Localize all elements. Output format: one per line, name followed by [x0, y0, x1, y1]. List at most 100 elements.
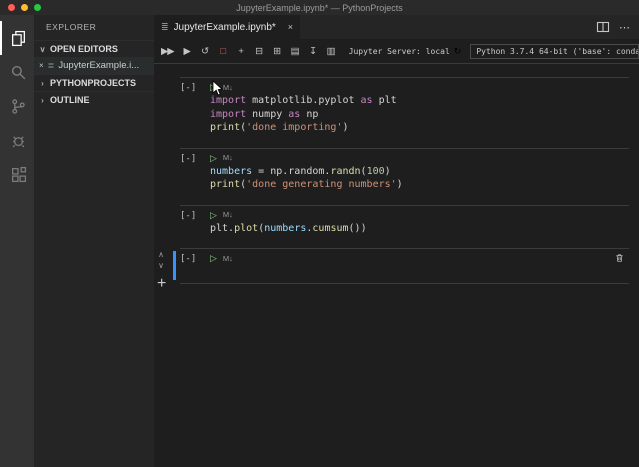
cell-collapse-toggle[interactable]: [-] — [180, 151, 210, 192]
debug-icon — [10, 132, 27, 149]
notebook-cell[interactable]: ∧∨[-]▷M↓ — [180, 248, 629, 284]
move-cell-down-icon[interactable]: ∨ — [156, 261, 166, 271]
section-outline[interactable]: › OUTLINE — [34, 91, 154, 108]
notebook-cell[interactable]: [-]▷ M↓ numbers = np.random.randn(100)prin… — [180, 148, 629, 198]
close-icon[interactable]: × — [39, 61, 44, 70]
zoom-window-button[interactable] — [34, 4, 41, 11]
run-cell-icon[interactable]: ▷ — [210, 254, 217, 263]
collapse-all-icon[interactable]: ⊟ — [254, 46, 264, 57]
cell-collapse-toggle[interactable]: [-] — [180, 80, 210, 135]
section-pythonprojects[interactable]: › PYTHONPROJECTS — [34, 74, 154, 91]
code-token: ) — [342, 122, 348, 133]
markdown-toggle-button[interactable]: M↓ — [223, 255, 233, 263]
code-token: matplotlib.pyplot — [246, 95, 360, 106]
delete-cell-icon[interactable] — [614, 252, 625, 264]
code-token: print — [210, 179, 240, 190]
code-token: 100 — [367, 166, 385, 177]
traffic-lights — [8, 4, 41, 11]
cell-body: ▷M↓import matplotlib.pyplot as pltimport… — [210, 80, 629, 135]
code-token: np — [300, 109, 318, 120]
chevron-right-icon: › — [38, 79, 47, 88]
code-token: ) — [385, 166, 391, 177]
activity-debug[interactable] — [0, 123, 34, 157]
cell-toolbar: ▷ M↓ — [210, 208, 629, 222]
notebook-cell[interactable]: [-]▷ M↓ plt.plot(numbers.cumsum()) — [180, 205, 629, 242]
code-token: numbers — [210, 166, 252, 177]
notebook-cell[interactable]: [-]▷M↓import matplotlib.pyplot as pltimp… — [180, 77, 629, 141]
vscode-window: JupyterExample.ipynb* — PythonProjects — [0, 0, 639, 467]
run-cell-icon[interactable]: ▷ — [210, 211, 217, 220]
cell-toolbar: ▷ M↓ — [210, 251, 629, 265]
code-token: numpy — [246, 109, 288, 120]
run-cell-icon[interactable]: ▷ — [210, 154, 217, 163]
expand-all-icon[interactable]: ⊞ — [272, 46, 282, 57]
move-cell-up-icon[interactable]: ∧ — [156, 250, 166, 260]
code-line[interactable]: numbers = np.random.randn(100) — [210, 165, 629, 179]
code-token: plt — [373, 95, 397, 106]
code-line[interactable]: print('done generating numbers') — [210, 178, 629, 192]
cells: [-]▷M↓import matplotlib.pyplot as pltimp… — [154, 64, 639, 467]
run-cell-icon[interactable]: ▶ — [182, 46, 192, 57]
variable-explorer-icon[interactable]: ▤ — [290, 46, 300, 57]
cell-body: ▷ M↓ plt.plot(numbers.cumsum()) — [210, 208, 629, 236]
open-editor-label: JupyterExample.i... — [58, 60, 139, 71]
section-open-editors[interactable]: ∨ OPEN EDITORS — [34, 40, 154, 57]
cell-toolbar: ▷ M↓ — [210, 80, 629, 94]
open-editor-item[interactable]: × ≣ JupyterExample.i... — [34, 57, 154, 74]
markdown-toggle-button[interactable]: M↓ — [223, 84, 233, 92]
code-token: numbers — [264, 223, 306, 234]
activity-search[interactable] — [0, 55, 34, 89]
code-token: as — [288, 109, 300, 120]
code-line[interactable] — [210, 265, 629, 279]
sidebar-title: EXPLORER — [34, 15, 154, 40]
code-token: plt. — [210, 223, 234, 234]
code-token: import — [210, 109, 246, 120]
code-line[interactable]: print('done importing') — [210, 121, 629, 135]
add-cell-icon[interactable]: + — [236, 46, 246, 57]
restart-kernel-icon[interactable]: ↺ — [200, 46, 210, 57]
more-actions-icon[interactable]: ⋯ — [619, 21, 630, 34]
source-control-icon — [10, 98, 27, 115]
cell-collapse-toggle[interactable]: [-] — [180, 251, 210, 279]
titlebar: JupyterExample.ipynb* — PythonProjects — [0, 0, 639, 15]
files-icon — [10, 30, 27, 47]
search-icon — [10, 64, 27, 81]
code-line[interactable]: import matplotlib.pyplot as plt — [210, 94, 629, 108]
split-editor-icon[interactable] — [596, 20, 610, 34]
tabbar-actions: ⋯ — [596, 15, 639, 39]
save-icon[interactable]: ↧ — [308, 46, 318, 57]
code-token: ()) — [349, 223, 367, 234]
export-icon[interactable]: ▥ — [326, 46, 336, 57]
markdown-toggle-button[interactable]: M↓ — [223, 154, 233, 162]
close-window-button[interactable] — [8, 4, 15, 11]
run-all-cells-icon[interactable]: ▶▶ — [161, 46, 174, 57]
insert-cell-cursor[interactable]: + — [157, 276, 166, 292]
window-title: JupyterExample.ipynb* — PythonProjects — [236, 3, 403, 13]
tab-label: JupyterExample.ipynb* — [174, 22, 276, 33]
extensions-icon — [10, 166, 27, 183]
code-token: ) — [397, 179, 403, 190]
activity-extensions[interactable] — [0, 157, 34, 191]
code-line[interactable]: plt.plot(numbers.cumsum()) — [210, 222, 629, 236]
tab-jupyterexample[interactable]: ≣ JupyterExample.ipynb* × — [154, 15, 300, 39]
section-label: OPEN EDITORS — [50, 44, 118, 54]
selected-cell-indicator — [173, 251, 176, 280]
markdown-toggle-button[interactable]: M↓ — [223, 211, 233, 219]
python-interpreter-status[interactable]: Python 3.7.4 64-bit ('base': conda):... — [470, 44, 639, 59]
notebook-toolbar-icons: ▶▶▶↺□+⊟⊞▤↧▥ — [161, 46, 336, 57]
kernel-status-icon: ↻ — [454, 46, 462, 57]
close-tab-icon[interactable]: × — [288, 22, 293, 32]
activity-bar — [0, 15, 34, 467]
code-token: import — [210, 95, 246, 106]
run-cell-icon[interactable]: ▷ — [210, 83, 217, 92]
notebook-toolbar: ▶▶▶↺□+⊟⊞▤↧▥ Jupyter Server: local ↻ Pyth… — [154, 39, 639, 64]
minimize-window-button[interactable] — [21, 4, 28, 11]
activity-explorer[interactable] — [0, 21, 34, 55]
code-line[interactable]: import numpy as np — [210, 108, 629, 122]
code-token: 'done generating numbers' — [246, 179, 397, 190]
notebook-file-icon: ≣ — [48, 61, 55, 70]
activity-source-control[interactable] — [0, 89, 34, 123]
interrupt-kernel-icon[interactable]: □ — [218, 46, 228, 57]
cell-collapse-toggle[interactable]: [-] — [180, 208, 210, 236]
jupyter-server-status[interactable]: Jupyter Server: local — [349, 47, 450, 56]
